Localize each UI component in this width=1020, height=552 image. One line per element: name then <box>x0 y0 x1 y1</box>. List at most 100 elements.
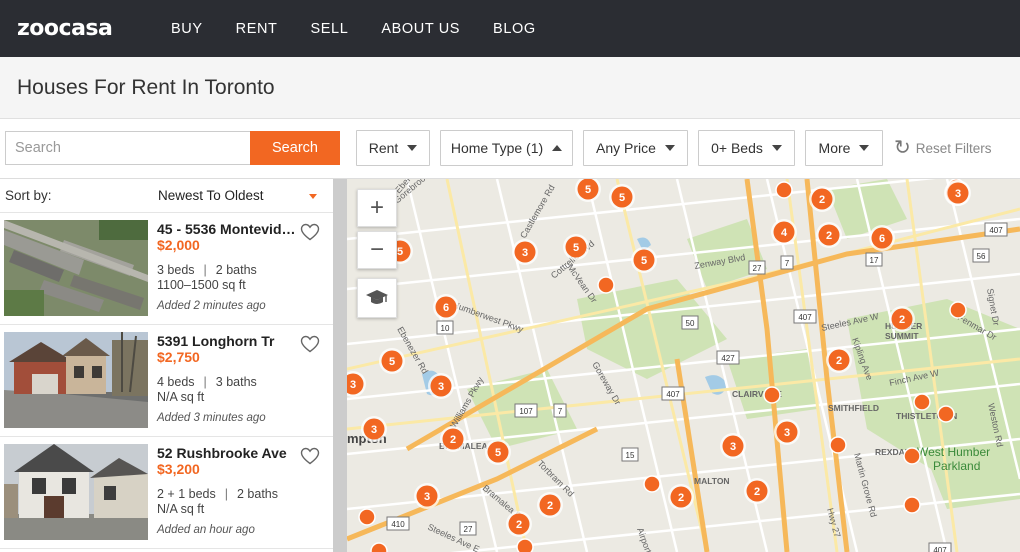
listing-marker[interactable] <box>949 301 967 319</box>
listing-marker[interactable] <box>903 447 921 465</box>
listing-cluster-marker[interactable]: 3 <box>512 239 538 265</box>
chevron-up-icon <box>552 145 563 151</box>
favorite-heart-icon[interactable] <box>300 447 320 465</box>
cluster-count: 3 <box>784 427 790 439</box>
listing-card[interactable]: 45 - 5536 Montevideo Rd $2,000 3 beds | 2 … <box>0 213 333 325</box>
nav-rent[interactable]: RENT <box>236 21 278 37</box>
cluster-count: 3 <box>371 424 377 436</box>
more-filters-dropdown[interactable]: More <box>805 130 883 166</box>
listing-cluster-marker[interactable]: 2 <box>816 222 842 248</box>
listing-cluster-marker[interactable]: 2 <box>744 478 770 504</box>
list-scrollbar[interactable] <box>333 179 347 552</box>
price-filter-label: Any Price <box>596 140 656 156</box>
listing-cluster-marker[interactable]: 2 <box>440 426 466 452</box>
cluster-count: 3 <box>522 247 528 259</box>
listing-cluster-marker[interactable]: 3 <box>428 373 454 399</box>
listing-baths: 2 baths <box>215 263 257 277</box>
sort-select[interactable]: Newest To Oldest <box>158 188 264 203</box>
listing-cluster-marker[interactable]: 2 <box>826 347 852 373</box>
listing-price: $2,000 <box>157 237 200 253</box>
beds-filter-label: 0+ Beds <box>711 140 763 156</box>
chevron-down-icon <box>407 145 418 151</box>
listing-cluster-marker[interactable]: 5 <box>563 234 589 260</box>
cluster-count: 2 <box>516 519 522 531</box>
listing-address[interactable]: 5391 Longhorn Tr <box>157 333 297 349</box>
zoom-out-button[interactable]: − <box>357 231 397 269</box>
listing-cluster-marker[interactable]: 3 <box>720 433 746 459</box>
filter-bar: Search Rent Home Type (1) Any Price 0+ B… <box>0 119 1020 179</box>
listing-cluster-marker[interactable]: 6 <box>433 294 459 320</box>
sort-label: Sort by: <box>5 188 52 203</box>
listing-cluster-marker[interactable]: 2 <box>668 484 694 510</box>
listing-beds-baths: 3 beds | 2 baths <box>157 263 257 277</box>
listing-photo-house[interactable] <box>4 332 148 428</box>
map-view[interactable]: Humberwest Pkwy Castlemore Rd Cottrelle … <box>347 179 1020 552</box>
price-filter-dropdown[interactable]: Any Price <box>583 130 688 166</box>
favorite-heart-icon[interactable] <box>300 223 320 241</box>
listing-marker[interactable] <box>643 475 661 493</box>
listing-cluster-marker[interactable]: 3 <box>414 483 440 509</box>
listing-address[interactable]: 52 Rushbrooke Ave <box>157 445 297 461</box>
listing-beds: 2 + 1 beds <box>157 487 216 501</box>
listing-added-time: Added an hour ago <box>157 524 255 536</box>
search-button[interactable]: Search <box>250 131 340 165</box>
home-type-filter-dropdown[interactable]: Home Type (1) <box>440 130 573 166</box>
listing-cluster-marker[interactable]: 3 <box>347 371 366 397</box>
refresh-icon: ↻ <box>894 137 911 159</box>
sort-bar: Sort by: Newest To Oldest <box>0 179 333 213</box>
listing-marker[interactable] <box>937 405 955 423</box>
listing-marker[interactable] <box>516 538 534 552</box>
listing-cluster-marker[interactable]: 5 <box>379 348 405 374</box>
listing-marker[interactable] <box>775 181 793 199</box>
listing-marker[interactable] <box>903 496 921 514</box>
listing-photo-house[interactable] <box>4 444 148 540</box>
reset-filters-button[interactable]: ↻ Reset Filters <box>894 137 992 159</box>
listing-photo-aerial[interactable] <box>4 220 148 316</box>
nav-sell[interactable]: SELL <box>311 21 349 37</box>
listing-cluster-marker[interactable]: 6 <box>869 225 895 251</box>
listing-cluster-marker[interactable]: 2 <box>889 306 915 332</box>
listing-cluster-marker[interactable]: 3 <box>774 419 800 445</box>
listing-cluster-marker[interactable]: 5 <box>631 247 657 273</box>
listing-marker[interactable] <box>370 542 388 552</box>
chevron-down-icon <box>859 145 870 151</box>
graduation-cap-icon <box>366 290 388 304</box>
nav-blog[interactable]: BLOG <box>493 21 536 37</box>
listing-marker[interactable] <box>597 276 615 294</box>
nav-buy[interactable]: BUY <box>171 21 203 37</box>
chevron-down-icon[interactable] <box>309 194 317 199</box>
favorite-heart-icon[interactable] <box>300 335 320 353</box>
listing-marker[interactable] <box>829 436 847 454</box>
listing-card[interactable]: 52 Rushbrooke Ave $3,200 2 + 1 beds | 2 ba… <box>0 437 333 549</box>
zoom-in-button[interactable]: + <box>357 189 397 227</box>
listing-cluster-marker[interactable]: 5 <box>609 184 635 210</box>
beds-filter-dropdown[interactable]: 0+ Beds <box>698 130 795 166</box>
listing-cluster-marker[interactable]: 5 <box>575 179 601 202</box>
listing-cluster-marker[interactable]: 3 <box>361 416 387 442</box>
cluster-count: 2 <box>836 355 842 367</box>
search-input[interactable] <box>5 131 251 165</box>
nav-about-us[interactable]: ABOUT US <box>381 21 460 37</box>
listing-cluster-marker[interactable]: 2 <box>809 186 835 212</box>
listing-clusters-layer[interactable]: 5522426535565233325332223223 <box>347 179 1020 552</box>
listing-price: $2,750 <box>157 349 200 365</box>
listing-marker[interactable] <box>913 393 931 411</box>
schools-layer-button[interactable] <box>357 278 397 318</box>
listing-cluster-marker[interactable]: 2 <box>537 492 563 518</box>
listing-marker[interactable] <box>763 386 781 404</box>
listing-marker[interactable] <box>358 508 376 526</box>
separator: | <box>203 375 207 389</box>
zoocasa-logo[interactable]: zoocasa <box>17 16 171 41</box>
cluster-count: 2 <box>754 486 760 498</box>
listing-cluster-marker[interactable]: 2 <box>506 511 532 537</box>
title-bar: Houses For Rent In Toronto <box>0 57 1020 119</box>
listing-cluster-marker[interactable]: 4 <box>771 219 797 245</box>
listing-card[interactable]: 5391 Longhorn Tr $2,750 4 beds | 3 baths N… <box>0 325 333 437</box>
rent-filter-dropdown[interactable]: Rent <box>356 130 430 166</box>
listing-address[interactable]: 45 - 5536 Montevideo Rd <box>157 221 297 237</box>
page-title: Houses For Rent In Toronto <box>17 76 275 99</box>
listing-cluster-marker[interactable]: 5 <box>485 439 511 465</box>
listing-cluster-marker[interactable]: 3 <box>945 180 971 206</box>
listing-sqft: N/A sq ft <box>157 390 205 404</box>
cluster-count: 2 <box>450 434 456 446</box>
